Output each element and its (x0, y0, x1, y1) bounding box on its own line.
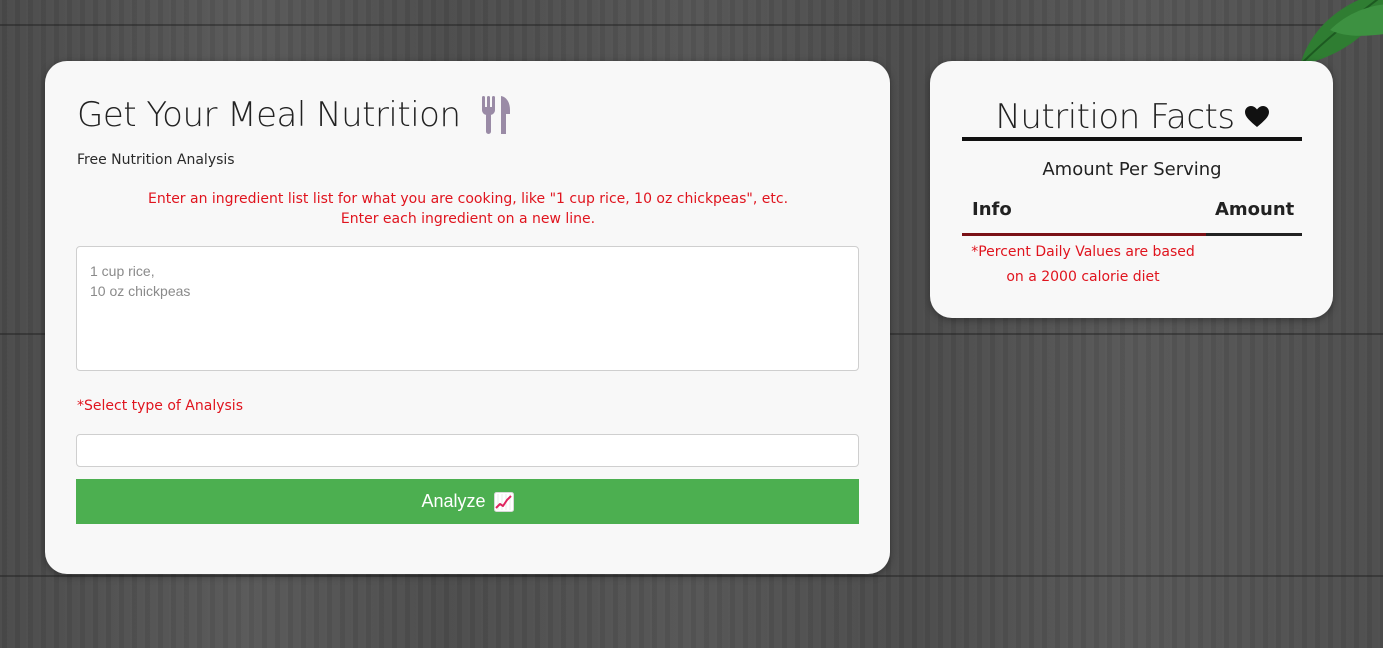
instructions-line: Enter each ingredient on a new line. (340, 211, 596, 227)
title-row: Get Your Meal Nutrition (77, 95, 511, 135)
instructions-line: Enter an ingredient list list for what y… (147, 191, 789, 207)
instructions: Enter an ingredient list list for what y… (77, 189, 859, 229)
wood-plank-seam (0, 24, 1383, 26)
amount-per-serving: Amount Per Serving (1042, 159, 1222, 180)
utensils-icon (481, 96, 510, 134)
table-header-divider-accent (962, 233, 1206, 236)
column-header-info: Info (972, 199, 1012, 220)
analyze-button-label: Analyze (421, 491, 486, 511)
leaf-decoration (1290, 0, 1383, 65)
daily-values-disclaimer: *Percent Daily Values are based on a 200… (971, 244, 1195, 285)
page-title: Get Your Meal Nutrition (77, 95, 461, 135)
subtitle: Free Nutrition Analysis (77, 152, 235, 168)
column-header-amount: Amount (1215, 199, 1295, 220)
nutrition-facts-card: Nutrition Facts Amount Per Serving Info … (930, 61, 1333, 318)
heart-icon (1244, 106, 1269, 127)
analyze-button[interactable]: Analyze (76, 479, 859, 524)
ingredients-textarea[interactable] (76, 246, 859, 371)
chart-increasing-icon (493, 491, 514, 512)
analysis-type-label: *Select type of Analysis (77, 398, 243, 414)
facts-title: Nutrition Facts (995, 97, 1235, 137)
analysis-type-select[interactable] (76, 434, 859, 467)
wood-plank-seam (0, 575, 1383, 577)
facts-divider (962, 137, 1302, 141)
nutrition-analysis-card: Get Your Meal Nutrition Free Nutrition A… (45, 61, 890, 574)
table-header-divider (962, 233, 1302, 236)
facts-title-row: Nutrition Facts (962, 97, 1302, 137)
